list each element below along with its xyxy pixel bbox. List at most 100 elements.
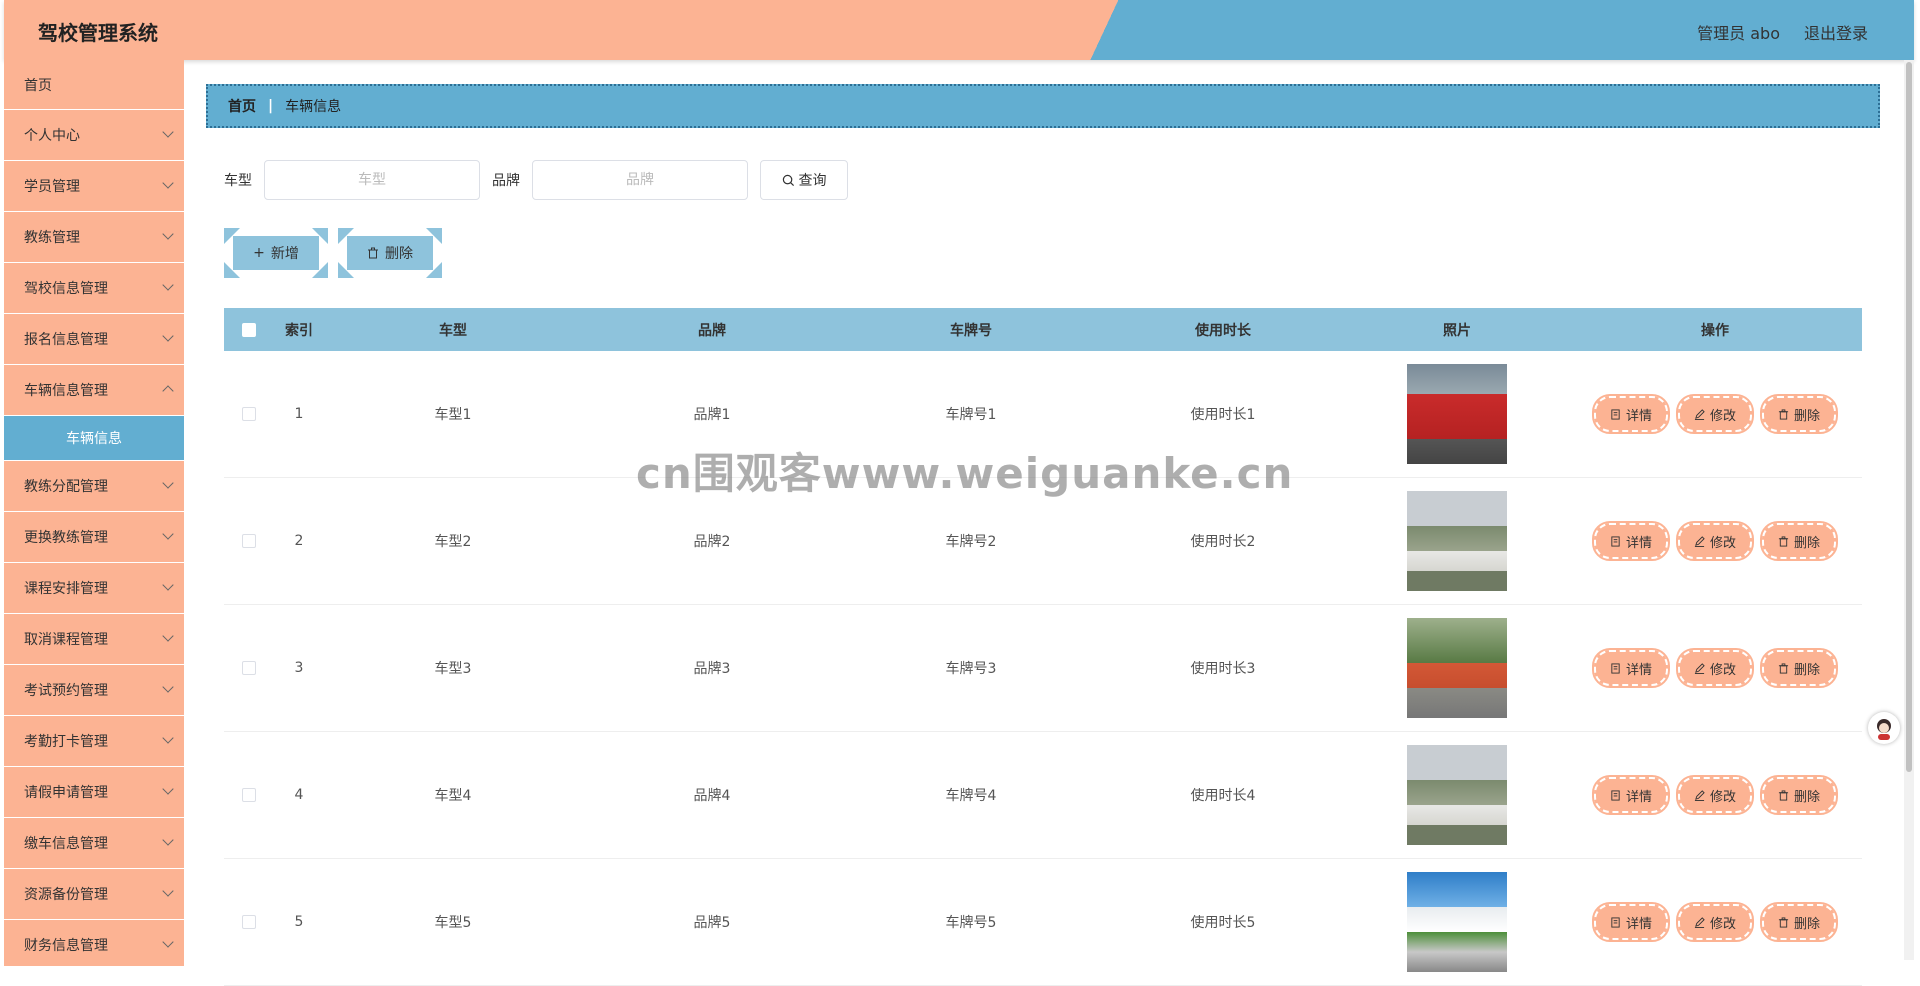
sidebar-item-vehicle-info[interactable]: 车辆信息 (4, 416, 184, 461)
cell-brand: 品牌3 (693, 661, 731, 677)
sidebar-item-backup[interactable]: 资源备份管理 (4, 869, 184, 920)
chevron-down-icon (162, 783, 174, 795)
row-checkbox[interactable] (242, 534, 256, 548)
delete-button[interactable]: 删除 (1759, 394, 1839, 434)
search-bar: 车型 品牌 查询 (224, 160, 848, 200)
batch-delete-button[interactable]: 删除 (338, 228, 442, 278)
chevron-down-icon (162, 630, 174, 642)
delete-button[interactable]: 删除 (1759, 775, 1839, 815)
table-row: 4 车型4 品牌4 车牌号4 使用时长4 详情 修改 删除 (224, 732, 1862, 859)
brand-label: 品牌 (492, 173, 520, 189)
delete-button[interactable]: 删除 (1759, 521, 1839, 561)
breadcrumb-current: 车辆信息 (285, 99, 342, 115)
sidebar-item-course-schedule[interactable]: 课程安排管理 (4, 563, 184, 614)
row-checkbox[interactable] (242, 915, 256, 929)
sidebar-item-coaches[interactable]: 教练管理 (4, 212, 184, 263)
delete-button[interactable]: 删除 (1759, 648, 1839, 688)
delete-button[interactable]: 删除 (1759, 902, 1839, 942)
chevron-down-icon (162, 279, 174, 291)
cell-duration: 使用时长1 (1190, 407, 1256, 423)
cell-index: 2 (294, 533, 304, 549)
trash-icon (1778, 535, 1789, 547)
sidebar-item-finance[interactable]: 财务信息管理 (4, 920, 184, 966)
row-checkbox[interactable] (242, 661, 256, 675)
edit-button[interactable]: 修改 (1675, 902, 1755, 942)
type-search-input[interactable] (264, 160, 480, 200)
sidebar-item-leave-request[interactable]: 请假申请管理 (4, 767, 184, 818)
scrollbar[interactable] (1904, 60, 1914, 960)
sidebar-item-home[interactable]: 首页 (4, 60, 184, 110)
vehicle-photo[interactable] (1407, 745, 1507, 845)
cell-duration: 使用时长4 (1190, 788, 1256, 804)
edit-button[interactable]: 修改 (1675, 521, 1755, 561)
cell-index: 4 (294, 787, 304, 803)
vehicle-photo[interactable] (1407, 364, 1507, 464)
chevron-up-icon (162, 385, 174, 397)
cell-index: 1 (294, 406, 304, 422)
row-checkbox[interactable] (242, 788, 256, 802)
chevron-down-icon (162, 177, 174, 189)
header-brand: 品牌 (698, 322, 726, 339)
cell-duration: 使用时长5 (1190, 915, 1256, 931)
document-icon (1611, 535, 1620, 547)
sidebar-item-exam-booking[interactable]: 考试预约管理 (4, 665, 184, 716)
select-all-checkbox[interactable] (242, 322, 256, 337)
detail-button[interactable]: 详情 (1591, 521, 1670, 561)
cell-brand: 品牌5 (693, 915, 731, 931)
cell-plate: 车牌号5 (945, 915, 997, 931)
edit-button[interactable]: 修改 (1675, 394, 1755, 434)
query-button[interactable]: 查询 (760, 160, 848, 200)
edit-button[interactable]: 修改 (1675, 648, 1755, 688)
chevron-down-icon (162, 528, 174, 540)
chevron-down-icon (162, 126, 174, 138)
logout-button[interactable]: 退出登录 (1804, 20, 1868, 44)
assistant-avatar[interactable] (1868, 712, 1900, 744)
sidebar-item-change-coach[interactable]: 更换教练管理 (4, 512, 184, 563)
edit-icon (1694, 662, 1705, 674)
cell-plate: 车牌号4 (945, 788, 997, 804)
trash-icon (1778, 408, 1789, 420)
detail-button[interactable]: 详情 (1591, 394, 1670, 434)
cell-plate: 车牌号2 (945, 534, 997, 550)
cell-brand: 品牌4 (693, 788, 731, 804)
sidebar-item-attendance[interactable]: 考勤打卡管理 (4, 716, 184, 767)
edit-icon (1694, 408, 1705, 420)
add-button[interactable]: + 新增 (224, 228, 328, 278)
chevron-down-icon (162, 834, 174, 846)
header-index: 索引 (285, 322, 313, 339)
sidebar-item-cancel-course[interactable]: 取消课程管理 (4, 614, 184, 665)
vehicle-photo[interactable] (1407, 618, 1507, 718)
sidebar-item-coach-assignment[interactable]: 教练分配管理 (4, 461, 184, 512)
detail-button[interactable]: 详情 (1591, 902, 1670, 942)
sidebar-item-enrollment[interactable]: 报名信息管理 (4, 314, 184, 365)
edit-button[interactable]: 修改 (1675, 775, 1755, 815)
vehicle-photo[interactable] (1407, 491, 1507, 591)
cell-plate: 车牌号3 (945, 661, 997, 677)
action-buttons: + 新增 删除 (224, 228, 442, 278)
cell-type: 车型4 (434, 788, 472, 804)
header-ops: 操作 (1701, 322, 1729, 339)
table-row: 5 车型5 品牌5 车牌号5 使用时长5 详情 修改 删除 (224, 859, 1862, 986)
breadcrumb-home[interactable]: 首页 (228, 96, 256, 116)
sidebar: 首页 个人中心 学员管理 教练管理 驾校信息管理 报名信息管理 车辆信息管理 车… (4, 60, 184, 966)
sidebar-item-personal-center[interactable]: 个人中心 (4, 110, 184, 161)
breadcrumb: 首页 | 车辆信息 (206, 84, 1880, 128)
scroll-thumb[interactable] (1906, 62, 1912, 772)
detail-button[interactable]: 详情 (1591, 648, 1670, 688)
cell-type: 车型1 (434, 407, 472, 423)
row-checkbox[interactable] (242, 407, 256, 421)
table-row: 3 车型3 品牌3 车牌号3 使用时长3 详情 修改 删除 (224, 605, 1862, 732)
sidebar-item-vehicles[interactable]: 车辆信息管理 (4, 365, 184, 416)
vehicle-photo[interactable] (1407, 872, 1507, 972)
cell-brand: 品牌1 (693, 407, 731, 423)
current-user[interactable]: 管理员 abo (1697, 20, 1780, 44)
document-icon (1611, 916, 1620, 928)
girl-avatar-icon (1877, 719, 1891, 740)
cell-type: 车型2 (434, 534, 472, 550)
brand-search-input[interactable] (532, 160, 748, 200)
trash-icon (368, 247, 378, 259)
sidebar-item-students[interactable]: 学员管理 (4, 161, 184, 212)
sidebar-item-vehicle-payment[interactable]: 缴车信息管理 (4, 818, 184, 869)
detail-button[interactable]: 详情 (1591, 775, 1670, 815)
sidebar-item-school-info[interactable]: 驾校信息管理 (4, 263, 184, 314)
